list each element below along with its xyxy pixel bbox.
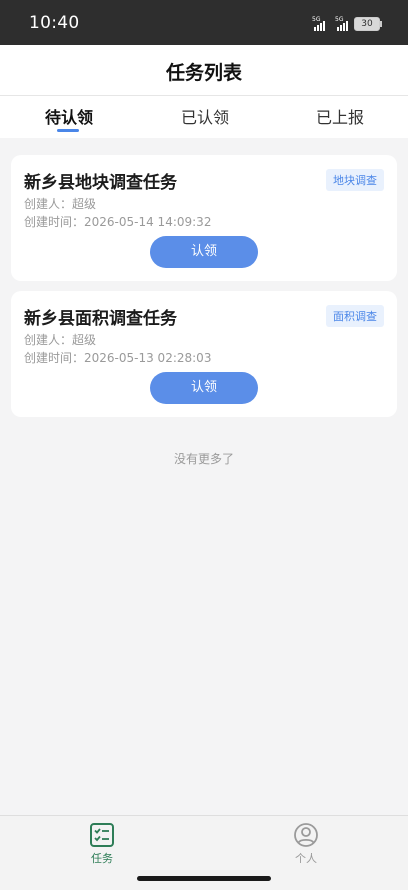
battery-level: 30 <box>361 19 373 29</box>
task-creator: 创建人：超级 <box>24 197 97 211</box>
task-type-badge: 面积调查 <box>326 305 384 327</box>
list-end-text: 没有更多了 <box>173 452 234 466</box>
task-card: 新乡县面积调查任务 面积调查 创建人：超级 创建时间：2026-05-13 02… <box>11 291 397 417</box>
nav-item-profile[interactable]: 个人 <box>276 822 336 866</box>
claim-button[interactable]: 认领 <box>150 236 258 268</box>
signal-icon: 5G <box>335 16 348 31</box>
nav-label-tasks: 任务 <box>91 852 113 865</box>
page-header: 任务列表 <box>0 45 408 96</box>
page-title: 任务列表 <box>165 62 242 84</box>
status-bar: 10:40 5G 5G 30 <box>0 0 408 45</box>
task-card: 新乡县地块调查任务 地块调查 创建人：超级 创建时间：2026-05-14 14… <box>11 155 397 281</box>
status-icons: 5G 5G 30 <box>312 16 382 31</box>
signal-icon: 5G <box>312 16 325 31</box>
task-title: 新乡县地块调查任务 <box>24 173 177 193</box>
active-tab-indicator <box>57 129 79 132</box>
task-list-icon <box>90 823 114 847</box>
nav-label-profile: 个人 <box>295 852 317 865</box>
status-time: 10:40 <box>29 13 80 33</box>
tab-reported[interactable]: 已上报 <box>316 104 364 128</box>
task-creator: 创建人：超级 <box>24 333 97 347</box>
tab-unclaimed[interactable]: 待认领 <box>45 104 93 128</box>
claim-button[interactable]: 认领 <box>150 372 258 404</box>
task-created-time: 创建时间：2026-05-14 14:09:32 <box>24 215 212 229</box>
battery-icon: 30 <box>354 17 382 31</box>
task-title: 新乡县面积调查任务 <box>24 309 177 329</box>
task-type-badge: 地块调查 <box>326 169 384 191</box>
nav-item-tasks[interactable]: 任务 <box>72 822 132 866</box>
task-created-time: 创建时间：2026-05-13 02:28:03 <box>24 351 212 365</box>
tab-claimed[interactable]: 已认领 <box>181 104 229 128</box>
person-icon <box>294 823 318 847</box>
home-indicator <box>137 876 271 881</box>
tab-bar: 待认领 已认领 已上报 <box>0 96 408 138</box>
